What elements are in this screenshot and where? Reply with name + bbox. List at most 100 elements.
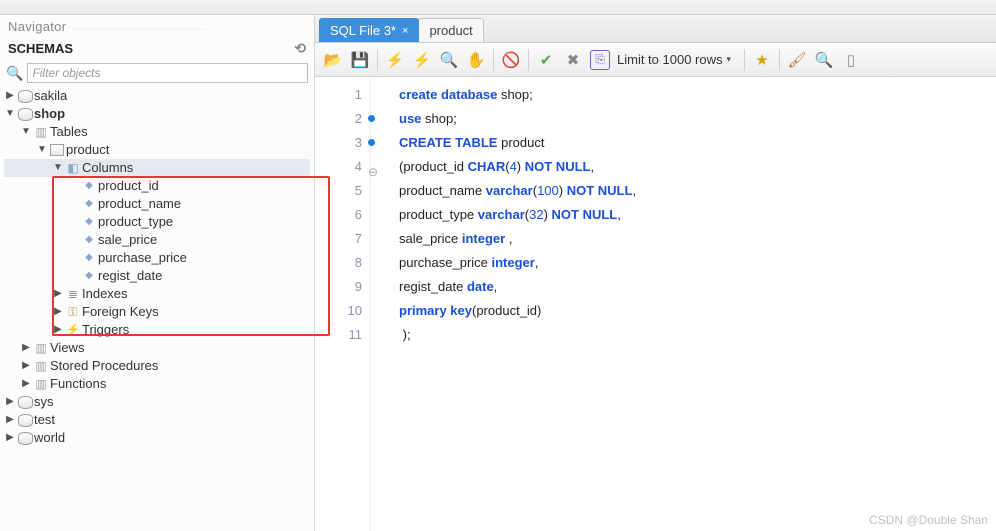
code-line[interactable]: CREATE TABLE product: [399, 131, 996, 155]
autocommit-icon[interactable]: ⎘: [590, 50, 610, 70]
table-section-node[interactable]: Foreign Keys: [4, 303, 310, 321]
line-number: 1: [315, 83, 362, 107]
save-icon[interactable]: 💾: [350, 50, 370, 70]
expand-arrow-icon[interactable]: [36, 141, 48, 159]
favorite-icon[interactable]: ★: [752, 50, 772, 70]
code-lines[interactable]: create database shop;use shop;CREATE TAB…: [371, 77, 996, 531]
database-icon: [16, 396, 34, 409]
separator: [528, 49, 529, 71]
code-line[interactable]: product_type varchar(32) NOT NULL,: [399, 203, 996, 227]
toggle-panel-icon[interactable]: ▯: [841, 50, 861, 70]
code-line[interactable]: primary key(product_id): [399, 299, 996, 323]
tree-label: Stored Procedures: [50, 357, 158, 375]
column-node[interactable]: purchase_price: [4, 249, 310, 267]
tree-label: product_name: [98, 195, 181, 213]
execute-icon[interactable]: ⚡: [385, 50, 405, 70]
code-editor[interactable]: 1234⊖567891011 create database shop;use …: [315, 77, 996, 531]
code-line[interactable]: sale_price integer ,: [399, 227, 996, 251]
category-node[interactable]: Functions: [4, 375, 310, 393]
refresh-icon[interactable]: ⟲: [294, 40, 306, 57]
db-node[interactable]: sakila: [4, 87, 310, 105]
tree-label: Foreign Keys: [82, 303, 159, 321]
expand-arrow-icon[interactable]: [4, 393, 16, 411]
idx-icon: [64, 285, 82, 303]
code-line[interactable]: regist_date date,: [399, 275, 996, 299]
code-line[interactable]: );: [399, 323, 996, 347]
expand-arrow-icon[interactable]: [20, 123, 32, 141]
open-file-icon[interactable]: 📂: [323, 50, 343, 70]
tree-label: sale_price: [98, 231, 157, 249]
stop-icon[interactable]: ✋: [466, 50, 486, 70]
tree-label: Triggers: [82, 321, 129, 339]
row-limit-label: Limit to 1000 rows: [617, 52, 723, 67]
expand-arrow-icon[interactable]: [4, 105, 16, 123]
schema-tree[interactable]: sakilashopTablesproductColumnsproduct_id…: [0, 87, 314, 531]
editor-tab[interactable]: product: [418, 18, 483, 42]
expand-arrow-icon[interactable]: [52, 321, 64, 339]
tree-label: product: [66, 141, 109, 159]
row-limit-dropdown[interactable]: Limit to 1000 rows ▾: [617, 52, 737, 67]
beautify-icon[interactable]: 🖌: [787, 50, 807, 70]
expand-arrow-icon[interactable]: [20, 357, 32, 375]
column-node[interactable]: regist_date: [4, 267, 310, 285]
chevron-down-icon: ▾: [727, 54, 732, 65]
category-node[interactable]: Stored Procedures: [4, 357, 310, 375]
separator: [779, 49, 780, 71]
column-node[interactable]: sale_price: [4, 231, 310, 249]
schemas-header: SCHEMAS ⟲: [0, 36, 314, 61]
rollback-icon[interactable]: ✖: [563, 50, 583, 70]
trg-icon: [64, 321, 82, 339]
table-node[interactable]: product: [4, 141, 310, 159]
editor-pane: SQL File 3*×product 📂 💾 ⚡ ⚡ 🔍 ✋ 🚫 ✔ ✖ ⎘ …: [315, 15, 996, 531]
code-line[interactable]: purchase_price integer,: [399, 251, 996, 275]
filter-objects-input[interactable]: [27, 63, 308, 83]
category-node[interactable]: Views: [4, 339, 310, 357]
code-line[interactable]: use shop;: [399, 107, 996, 131]
line-number: 5: [315, 179, 362, 203]
database-icon: [16, 432, 34, 445]
column-node[interactable]: product_id: [4, 177, 310, 195]
tree-label: product_type: [98, 213, 173, 231]
folder-icon: [32, 375, 50, 393]
column-node[interactable]: product_name: [4, 195, 310, 213]
tree-label: sakila: [34, 87, 67, 105]
database-icon: [16, 90, 34, 103]
table-section-node[interactable]: Triggers: [4, 321, 310, 339]
code-line[interactable]: product_name varchar(100) NOT NULL,: [399, 179, 996, 203]
execute-step-icon[interactable]: ⚡: [412, 50, 432, 70]
db-node[interactable]: world: [4, 429, 310, 447]
table-section-node[interactable]: Columns: [4, 159, 310, 177]
expand-arrow-icon[interactable]: [52, 303, 64, 321]
explain-icon[interactable]: 🔍: [439, 50, 459, 70]
expand-arrow-icon[interactable]: [20, 339, 32, 357]
column-icon: [80, 195, 98, 213]
line-number: 8: [315, 251, 362, 275]
expand-arrow-icon[interactable]: [20, 375, 32, 393]
reconnect-icon[interactable]: 🚫: [501, 50, 521, 70]
key-icon: [64, 303, 82, 321]
category-node[interactable]: Tables: [4, 123, 310, 141]
db-node[interactable]: sys: [4, 393, 310, 411]
fold-icon[interactable]: ⊖: [366, 160, 378, 172]
tree-label: product_id: [98, 177, 159, 195]
close-icon[interactable]: ×: [402, 25, 408, 37]
expand-arrow-icon[interactable]: [52, 285, 64, 303]
expand-arrow-icon[interactable]: [4, 411, 16, 429]
code-line[interactable]: create database shop;: [399, 83, 996, 107]
line-number: 9: [315, 275, 362, 299]
folder-icon: [32, 123, 50, 141]
line-number: 11: [315, 323, 362, 347]
navigator-title-label: Navigator: [8, 19, 66, 34]
commit-icon[interactable]: ✔: [536, 50, 556, 70]
find-icon[interactable]: 🔍: [814, 50, 834, 70]
expand-arrow-icon[interactable]: [52, 159, 64, 177]
editor-tab[interactable]: SQL File 3*×: [319, 18, 419, 42]
code-line[interactable]: (product_id CHAR(4) NOT NULL,: [399, 155, 996, 179]
expand-arrow-icon[interactable]: [4, 429, 16, 447]
column-node[interactable]: product_type: [4, 213, 310, 231]
expand-arrow-icon[interactable]: [4, 87, 16, 105]
db-node[interactable]: shop: [4, 105, 310, 123]
tree-label: sys: [34, 393, 54, 411]
db-node[interactable]: test: [4, 411, 310, 429]
table-section-node[interactable]: Indexes: [4, 285, 310, 303]
